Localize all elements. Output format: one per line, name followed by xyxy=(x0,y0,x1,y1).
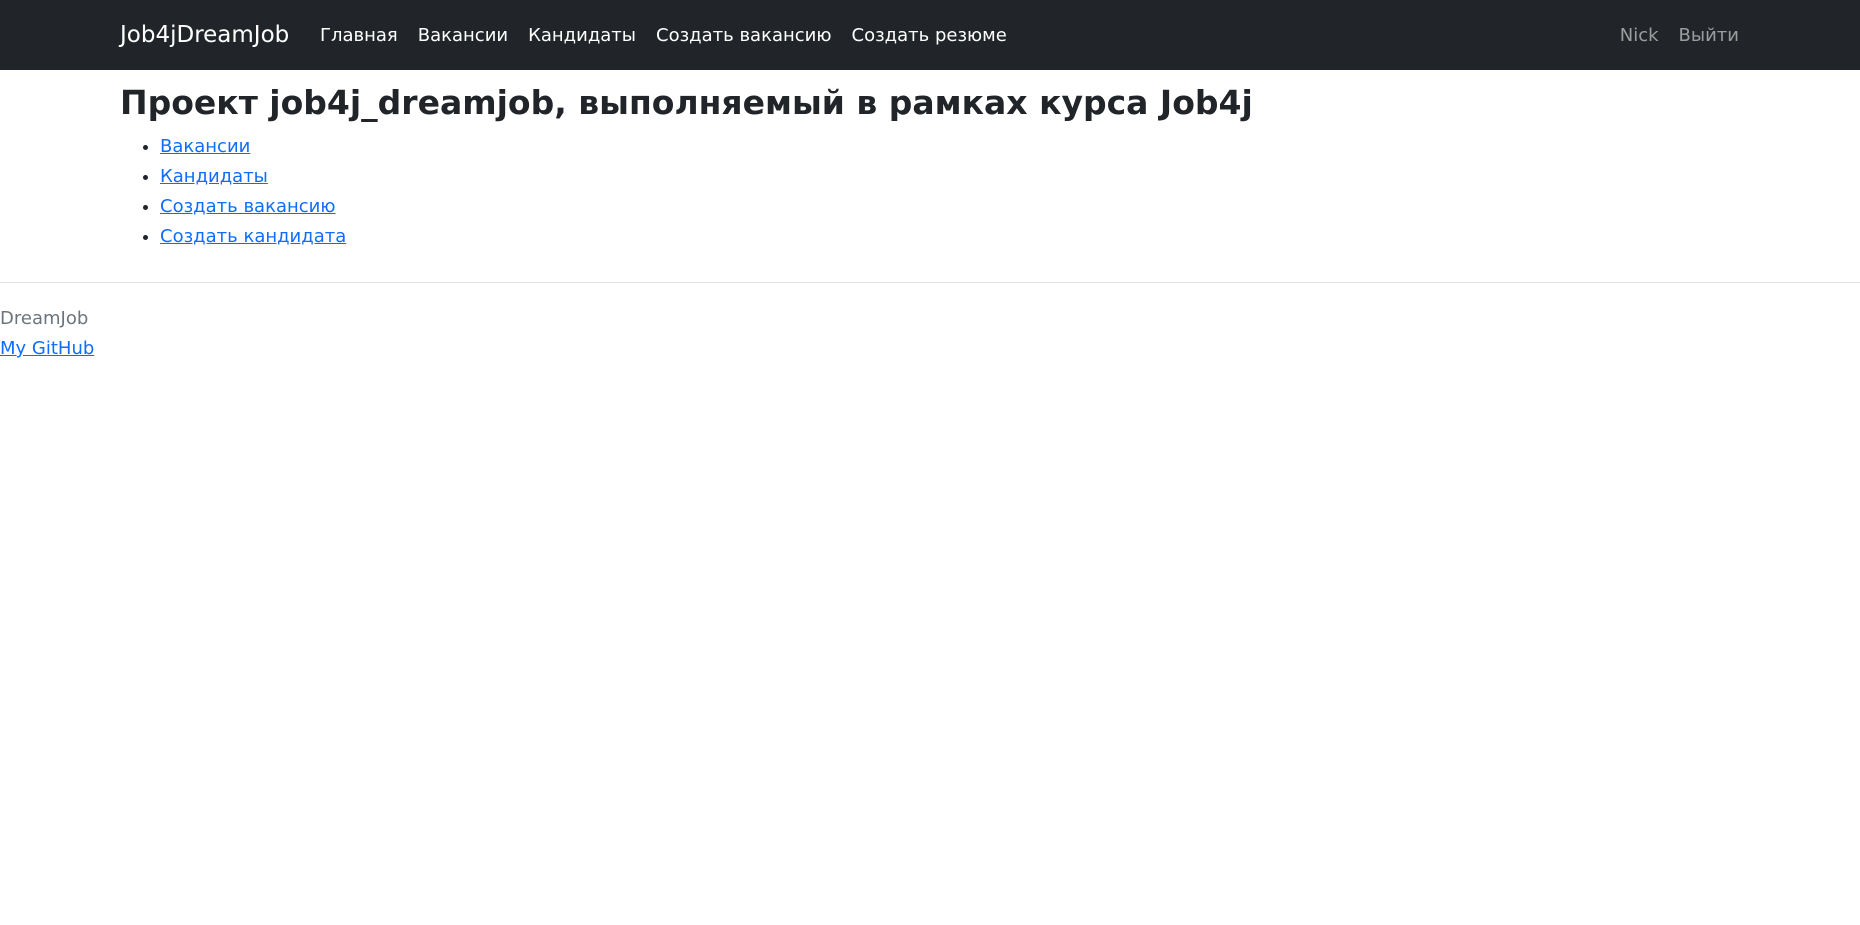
nav-link-candidates[interactable]: Кандидаты xyxy=(528,25,636,46)
links-list: Вакансии Кандидаты Создать вакансию Созд… xyxy=(120,132,1740,252)
user-nav: Nick Выйти xyxy=(1600,23,1739,49)
main-nav: Главная Вакансии Кандидаты Создать вакан… xyxy=(320,23,1027,49)
nav-item-user: Nick xyxy=(1620,23,1659,49)
nav-link-create-resume[interactable]: Создать резюме xyxy=(852,25,1007,46)
link-create-candidate[interactable]: Создать кандидата xyxy=(160,226,346,247)
link-vacancies[interactable]: Вакансии xyxy=(160,136,250,157)
user-name-link[interactable]: Nick xyxy=(1620,25,1659,46)
nav-item-home: Главная xyxy=(320,23,398,49)
main-content: Проект job4j_dreamjob, выполняемый в рам… xyxy=(120,80,1740,252)
list-item: Создать кандидата xyxy=(160,222,1740,252)
list-item: Создать вакансию xyxy=(160,192,1740,222)
github-link[interactable]: My GitHub xyxy=(0,338,94,359)
nav-item-candidates: Кандидаты xyxy=(528,23,636,49)
logout-link[interactable]: Выйти xyxy=(1679,25,1739,46)
footer-brand: DreamJob xyxy=(0,308,89,329)
top-navbar: Job4jDreamJob Главная Вакансии Кандидаты… xyxy=(0,0,1860,70)
link-candidates[interactable]: Кандидаты xyxy=(160,166,268,187)
list-item: Кандидаты xyxy=(160,162,1740,192)
nav-link-home[interactable]: Главная xyxy=(320,25,398,46)
page-title: Проект job4j_dreamjob, выполняемый в рам… xyxy=(120,83,1253,122)
nav-item-create-vacancy: Создать вакансию xyxy=(656,23,832,49)
nav-link-create-vacancy[interactable]: Создать вакансию xyxy=(656,25,832,46)
footer: DreamJob My GitHub xyxy=(0,304,94,364)
nav-item-vacancies: Вакансии xyxy=(418,23,508,49)
nav-item-create-resume: Создать резюме xyxy=(852,23,1007,49)
link-create-vacancy[interactable]: Создать вакансию xyxy=(160,196,336,217)
nav-item-logout: Выйти xyxy=(1679,23,1739,49)
footer-divider xyxy=(0,282,1860,283)
list-item: Вакансии xyxy=(160,132,1740,162)
nav-link-vacancies[interactable]: Вакансии xyxy=(418,25,508,46)
brand-link[interactable]: Job4jDreamJob xyxy=(120,20,289,50)
